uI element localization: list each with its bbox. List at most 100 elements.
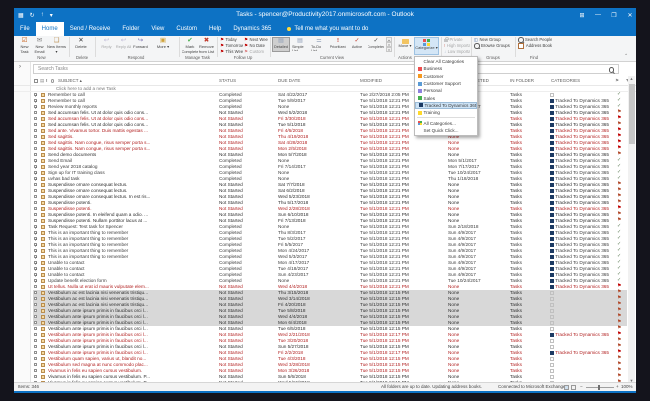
task-checkbox[interactable]	[34, 105, 37, 108]
address-book-button[interactable]: Address Book	[518, 43, 552, 49]
task-checkbox[interactable]	[34, 93, 37, 96]
menu-item-clear-all-categories[interactable]: Clear All Categories	[415, 58, 477, 65]
task-checkbox[interactable]	[34, 165, 37, 168]
modified-column-header[interactable]: MODIFIED	[360, 76, 420, 86]
tab-send-receive[interactable]: Send / Receive	[64, 22, 117, 36]
task-checkbox[interactable]	[34, 177, 37, 180]
menu-item-personal[interactable]: Personal	[415, 87, 477, 94]
tab-view[interactable]: View	[145, 22, 170, 36]
tab-custom[interactable]: Custom	[170, 22, 203, 36]
task-checkbox[interactable]	[34, 261, 37, 264]
menu-item-set-quick-click[interactable]: Set Quick Click...	[415, 127, 477, 134]
tab-file[interactable]: File	[14, 22, 36, 36]
task-checkbox[interactable]	[34, 339, 37, 342]
subject-column-header[interactable]: SUBJECT ▴	[58, 76, 118, 86]
tell-me-box[interactable]: Tell me what you want to do	[277, 22, 368, 36]
task-checkbox[interactable]	[34, 135, 37, 138]
task-checkbox[interactable]	[34, 375, 37, 378]
ribbon-display-options-icon[interactable]: ⊞	[578, 12, 586, 19]
task-checkbox[interactable]	[34, 291, 37, 294]
task-checkbox[interactable]	[34, 357, 37, 360]
task-checkbox[interactable]	[34, 369, 37, 372]
close-icon[interactable]: ✕	[626, 12, 634, 19]
expand-pane-icon[interactable]: ›	[19, 64, 21, 70]
task-checkbox[interactable]	[34, 147, 37, 150]
task-checkbox[interactable]	[34, 345, 37, 348]
task-checkbox[interactable]	[34, 219, 37, 222]
collapse-ribbon-icon[interactable]: ⌃	[624, 53, 628, 59]
task-checkbox[interactable]	[34, 363, 37, 366]
view-tile-simple-list[interactable]: ▤Simple List	[291, 37, 309, 52]
new-email-button[interactable]: ✉New Email	[32, 37, 47, 55]
task-checkbox[interactable]	[34, 273, 37, 276]
zoom-slider-knob[interactable]	[598, 385, 600, 390]
task-checkbox[interactable]	[34, 249, 37, 252]
priority-column-header[interactable]: !	[46, 76, 50, 86]
menu-item-tracked-to-dynamics-365[interactable]: Tracked To Dynamics 365	[415, 102, 477, 109]
view-tile-detailed[interactable]: ▤Detailed	[272, 37, 290, 52]
task-checkbox[interactable]	[34, 141, 37, 144]
zoom-in-button[interactable]: +	[616, 383, 619, 391]
task-checkbox[interactable]	[34, 309, 37, 312]
restore-icon[interactable]: ❐	[610, 12, 618, 19]
task-checkbox[interactable]	[34, 255, 37, 258]
task-checkbox[interactable]	[34, 231, 37, 234]
task-checkbox[interactable]	[34, 315, 37, 318]
task-checkbox[interactable]	[34, 243, 37, 246]
task-checkbox[interactable]	[34, 183, 37, 186]
delete-button[interactable]: ✕Delete	[72, 37, 90, 55]
task-checkbox[interactable]	[34, 303, 37, 306]
task-checkbox[interactable]	[34, 327, 37, 330]
flag-column-header[interactable]: ⚑	[615, 76, 623, 86]
new-items-button[interactable]: ❑New Items ▾	[47, 37, 66, 55]
task-checkbox[interactable]	[34, 171, 37, 174]
new-task-button[interactable]: ☑New Task	[17, 37, 32, 55]
task-checkbox[interactable]	[34, 123, 37, 126]
zoom-slider[interactable]	[586, 387, 614, 388]
task-checkbox[interactable]	[34, 279, 37, 282]
menu-item-business[interactable]: Business	[415, 65, 477, 72]
view-tile-completed[interactable]: ✓Completed	[367, 37, 385, 52]
task-checkbox[interactable]	[34, 225, 37, 228]
task-checkbox[interactable]	[34, 267, 37, 270]
menu-item-customer[interactable]: Customer	[415, 73, 477, 80]
task-checkbox[interactable]	[34, 195, 37, 198]
mark-complete-button[interactable]: ✔Mark Complete	[182, 37, 198, 55]
remove-from-list-button[interactable]: ✖Remove from List	[198, 37, 215, 55]
move-button[interactable]: Move ▾	[398, 37, 412, 55]
normal-view-button[interactable]	[564, 385, 569, 390]
due-date-column-header[interactable]: DUE DATE	[278, 76, 338, 86]
scrollbar-thumb[interactable]	[629, 84, 635, 144]
task-checkbox[interactable]	[34, 213, 37, 216]
zoom-out-button[interactable]: −	[580, 383, 583, 391]
tab-dynamics-365[interactable]: Dynamics 365	[227, 22, 277, 36]
select-all-checkbox[interactable]	[34, 79, 38, 83]
task-checkbox[interactable]	[34, 117, 37, 120]
search-input[interactable]: Search Tasks	[33, 64, 619, 74]
minimize-icon[interactable]: —	[594, 12, 602, 18]
task-checkbox[interactable]	[34, 297, 37, 300]
task-checkbox[interactable]	[34, 99, 37, 102]
categorize-button[interactable]: Categorize ▾	[414, 37, 439, 55]
task-checkbox[interactable]	[34, 321, 37, 324]
view-tile-active[interactable]: ✓Active	[348, 37, 366, 52]
task-checkbox[interactable]	[34, 285, 37, 288]
task-checkbox[interactable]	[34, 111, 37, 114]
browse-groups-button[interactable]: Browse Groups	[474, 43, 512, 49]
task-checkbox[interactable]	[34, 351, 37, 354]
forward-button[interactable]: ↪Forward	[132, 37, 149, 55]
menu-item-training[interactable]: Training	[415, 109, 477, 116]
vertical-scrollbar[interactable]: ▲ ▼	[628, 76, 635, 384]
view-tile-prioritized[interactable]: !Prioritized	[329, 37, 347, 52]
tab-help[interactable]: Help	[203, 22, 227, 36]
view-tile-to-do-list[interactable]: ☰To-Do List	[310, 37, 328, 52]
menu-item-sales[interactable]: Sales	[415, 94, 477, 101]
task-checkbox[interactable]	[34, 201, 37, 204]
attachment-column-header[interactable]	[51, 79, 54, 83]
task-checkbox[interactable]	[34, 237, 37, 240]
task-checkbox[interactable]	[34, 129, 37, 132]
reading-view-button[interactable]	[571, 385, 576, 390]
tab-home[interactable]: Home	[36, 22, 64, 36]
task-checkbox[interactable]	[34, 159, 37, 162]
more-respond-button[interactable]: ▣More ▾	[151, 37, 175, 55]
